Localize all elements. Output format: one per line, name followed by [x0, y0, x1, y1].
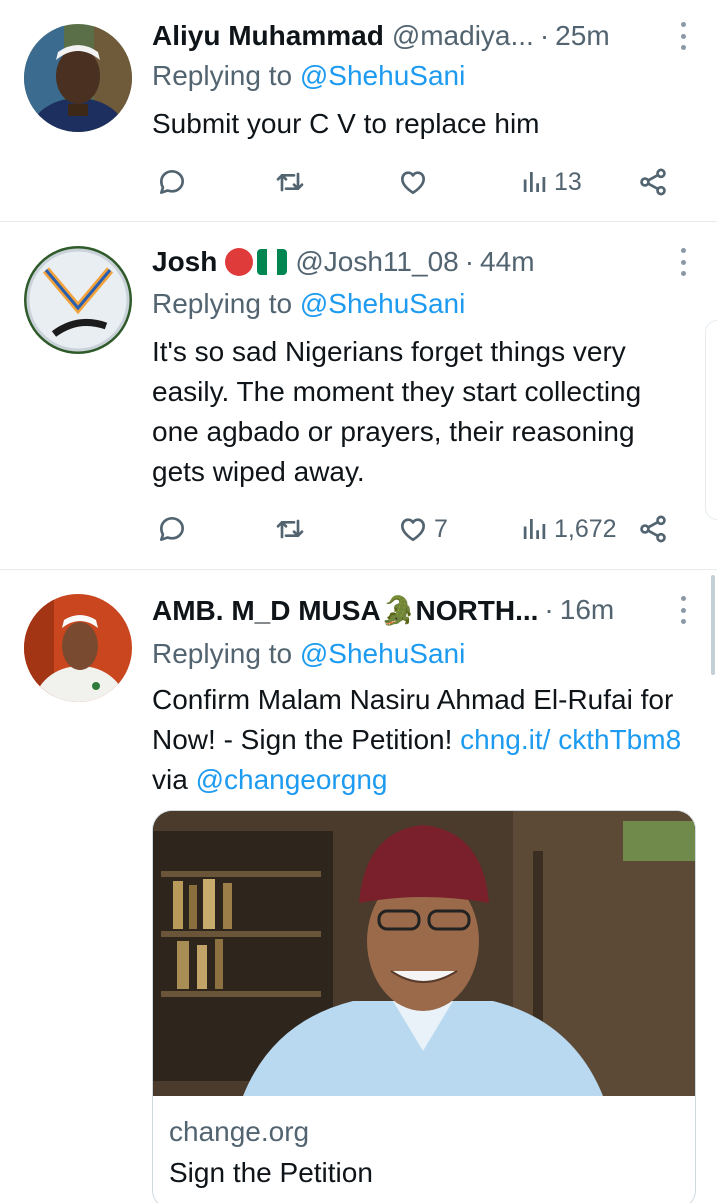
views-icon: [523, 519, 546, 539]
views-count: 13: [554, 167, 582, 196]
tweet-1[interactable]: Aliyu Muhammad @madiya... · 25m Replying…: [0, 0, 717, 222]
tweet-2[interactable]: Josh @Josh11_08 · 44m Replying to @Shehu…: [0, 222, 717, 570]
share-icon: [640, 515, 666, 543]
tweet-text: Confirm Malam Nasiru Ahmad El-Rufai for …: [152, 680, 693, 800]
views-button[interactable]: 1,672: [520, 509, 617, 549]
retweet-button[interactable]: [272, 162, 308, 202]
replying-to: Replying to @ShehuSani: [152, 638, 465, 670]
reply-button[interactable]: [156, 509, 188, 549]
replying-to: Replying to @ShehuSani: [152, 60, 465, 92]
views-button[interactable]: 13: [520, 162, 582, 202]
timestamp[interactable]: 44m: [480, 246, 534, 278]
petition-link[interactable]: chng.it/ ckthTbm8: [460, 724, 681, 755]
display-name[interactable]: Josh: [152, 246, 217, 278]
changeorg-mention[interactable]: @changeorgng: [196, 764, 388, 795]
scrollbar[interactable]: [711, 575, 715, 675]
more-icon[interactable]: [673, 22, 693, 50]
replying-label: Replying to: [152, 638, 300, 669]
more-icon[interactable]: [673, 596, 693, 624]
replying-to: Replying to @ShehuSani: [152, 288, 465, 320]
tweet-3[interactable]: AMB. M_D MUSA🐊NORTH... · 16m Replying to…: [0, 570, 717, 1203]
retweet-button[interactable]: [272, 509, 308, 549]
share-icon: [640, 168, 666, 196]
replying-mention[interactable]: @ShehuSani: [300, 288, 465, 319]
like-count: 7: [434, 514, 448, 543]
like-button[interactable]: [396, 162, 434, 202]
timestamp[interactable]: 25m: [555, 20, 609, 52]
tweet-header: Josh @Josh11_08 · 44m: [152, 242, 693, 282]
tweet-header: Aliyu Muhammad @madiya... · 25m: [152, 16, 693, 56]
share-button[interactable]: [636, 162, 670, 202]
user-handle[interactable]: @Josh11_08: [295, 246, 458, 278]
user-handle[interactable]: @madiya...: [392, 20, 534, 52]
side-panel-edge[interactable]: [705, 320, 717, 520]
via-text: via: [152, 764, 196, 795]
card-domain: change.org: [169, 1116, 310, 1147]
like-button[interactable]: 7: [396, 509, 448, 549]
red-circle-emoji: [225, 248, 254, 276]
action-bar: 7 1,672: [152, 509, 675, 549]
timestamp[interactable]: 16m: [560, 594, 614, 626]
display-name[interactable]: Aliyu Muhammad: [152, 20, 384, 52]
tweet-header: AMB. M_D MUSA🐊NORTH... · 16m: [152, 590, 693, 630]
link-card[interactable]: change.org Sign the Petition: [152, 810, 696, 1203]
nigeria-flag-emoji: [257, 249, 288, 275]
avatar[interactable]: [24, 246, 132, 354]
reply-icon: [160, 170, 184, 194]
retweet-icon: [276, 172, 304, 192]
separator-dot: ·: [464, 246, 475, 277]
tweet-text: It's so sad Nigerians forget things very…: [152, 336, 642, 487]
retweet-icon: [276, 519, 304, 539]
card-image: [153, 811, 695, 1096]
replying-label: Replying to: [152, 60, 300, 91]
replying-mention[interactable]: @ShehuSani: [300, 638, 465, 669]
views-icon: [523, 172, 546, 192]
avatar[interactable]: [24, 594, 132, 702]
like-icon: [401, 518, 425, 541]
separator-dot: ·: [539, 20, 550, 51]
more-icon[interactable]: [673, 248, 693, 276]
views-count: 1,672: [554, 514, 617, 543]
card-title: Sign the Petition: [169, 1157, 373, 1188]
action-bar: 13: [152, 162, 675, 202]
avatar[interactable]: [24, 24, 132, 132]
like-icon: [401, 171, 425, 194]
replying-label: Replying to: [152, 288, 300, 319]
display-name[interactable]: AMB. M_D MUSA🐊NORTH...: [152, 594, 538, 627]
share-button[interactable]: [636, 509, 670, 549]
replying-mention[interactable]: @ShehuSani: [300, 60, 465, 91]
reply-button[interactable]: [156, 162, 188, 202]
reply-icon: [160, 517, 184, 541]
separator-dot: ·: [544, 594, 554, 625]
tweet-text: Submit your C V to replace him: [152, 108, 540, 139]
